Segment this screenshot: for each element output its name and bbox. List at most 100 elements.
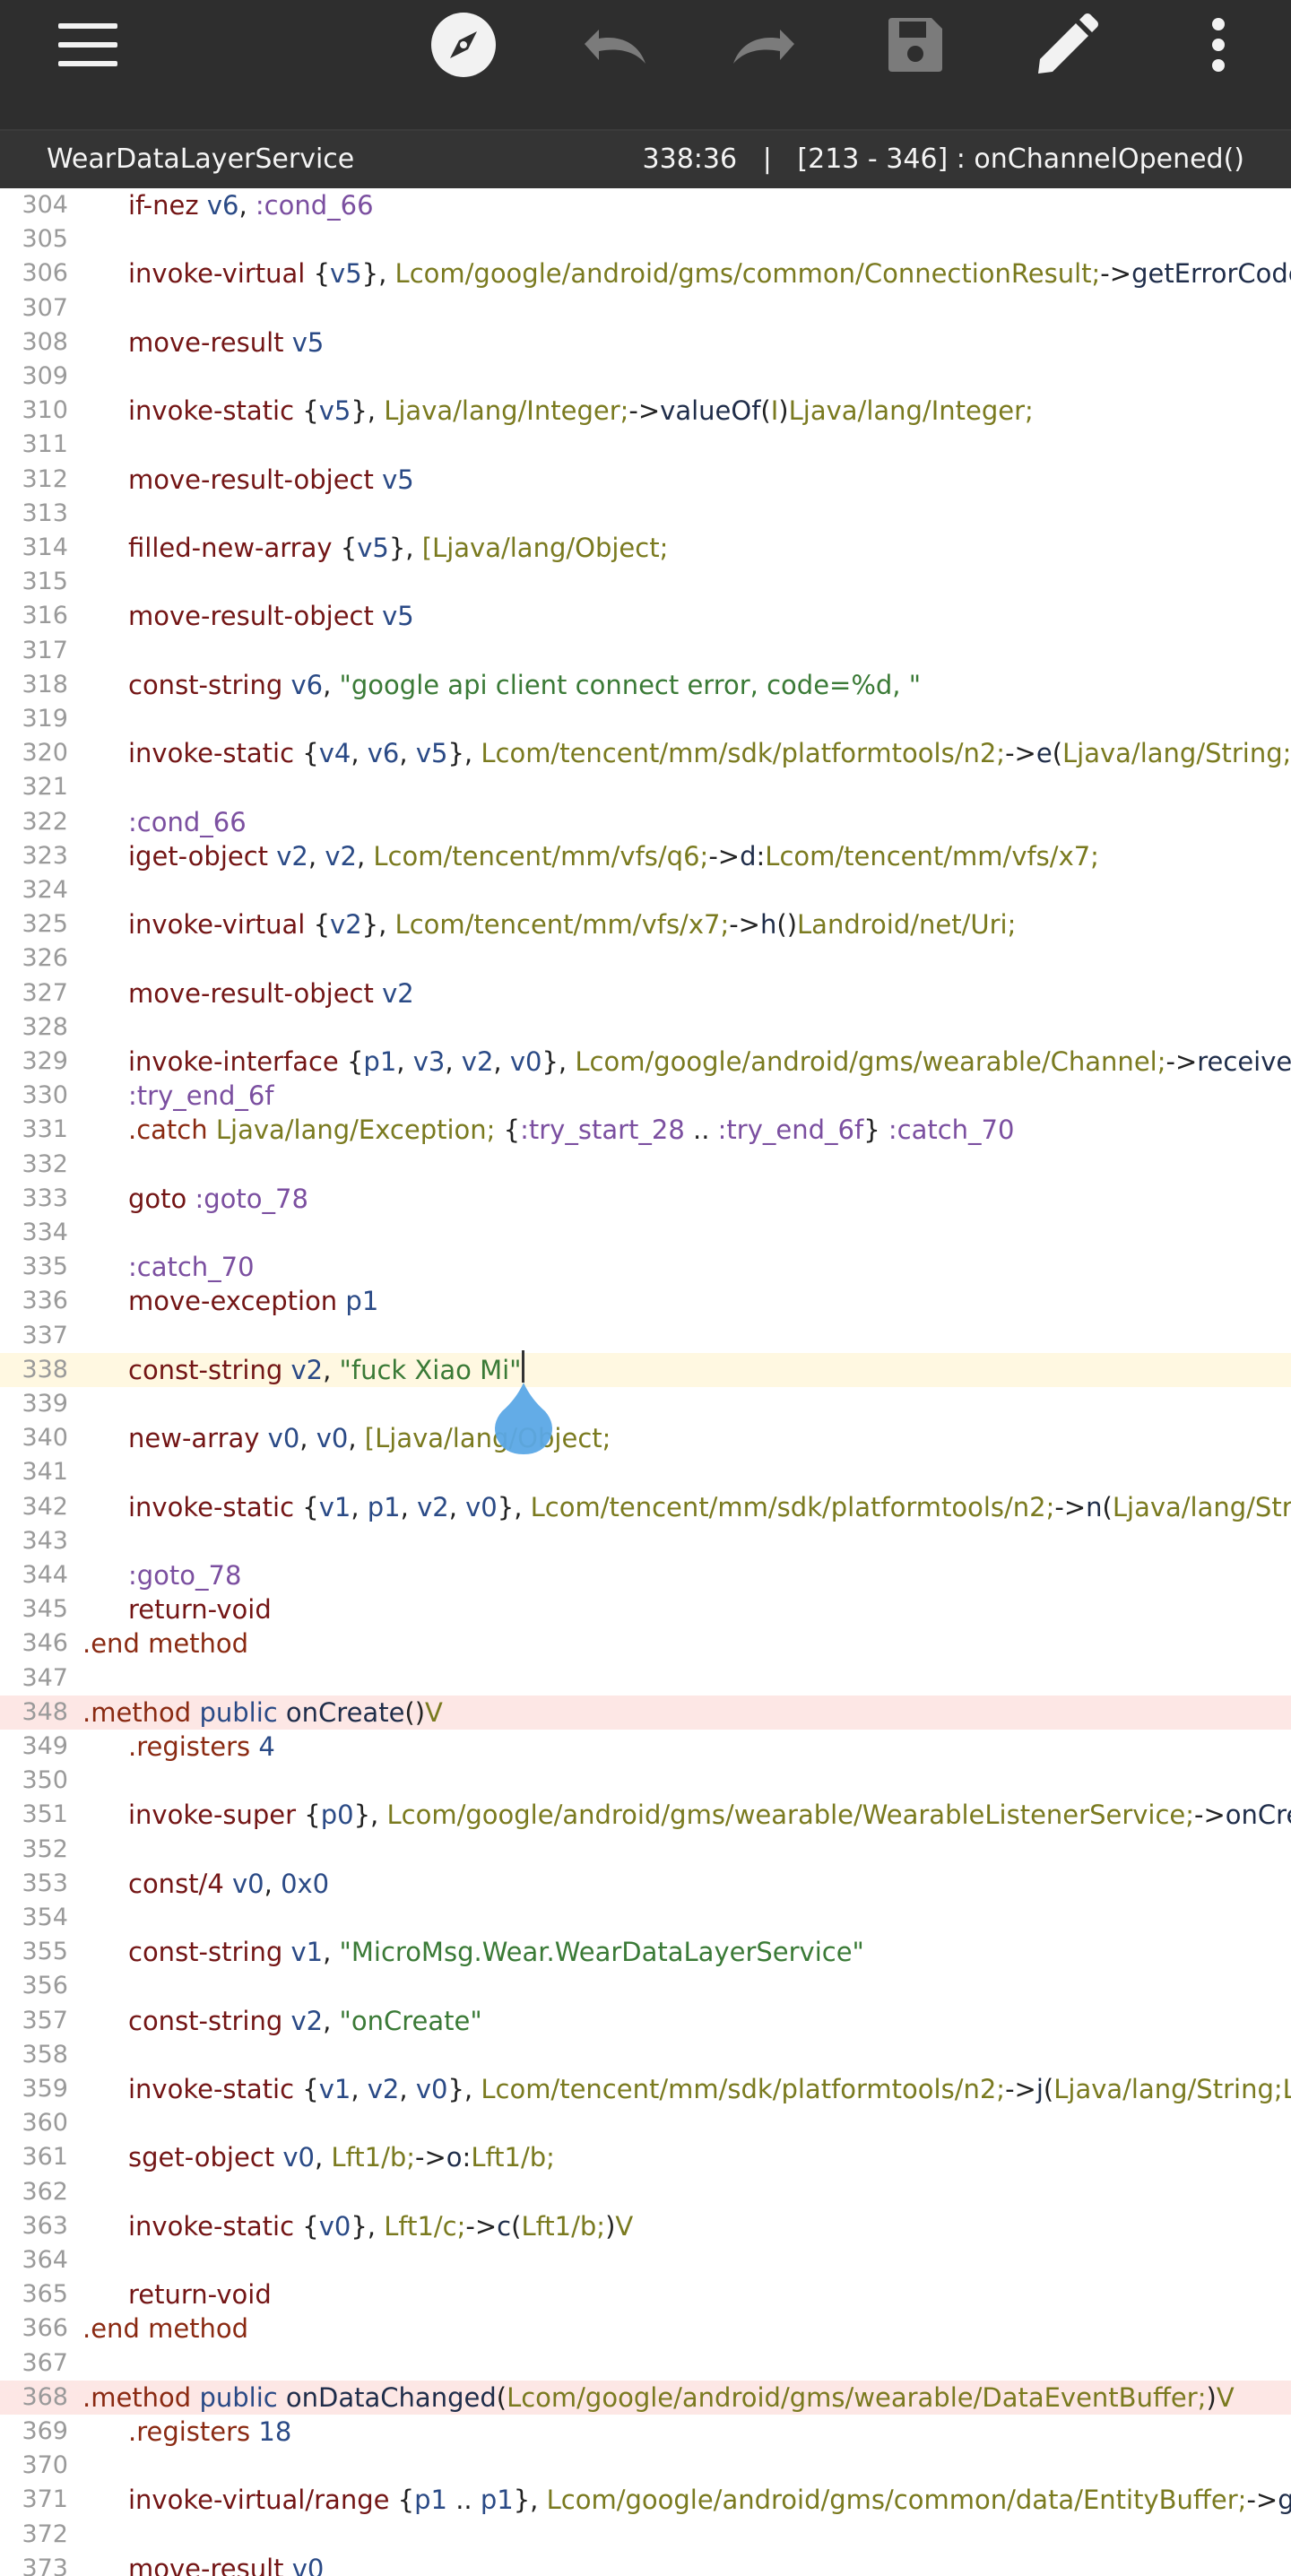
code-line[interactable]: 369 .registers 18	[0, 2415, 1291, 2449]
code-line[interactable]: 308 move-result v5	[0, 325, 1291, 360]
code-text[interactable]: const-string v6, "google api client conn…	[128, 668, 921, 702]
code-line[interactable]: 354	[0, 1901, 1291, 1935]
code-line[interactable]: 311	[0, 428, 1291, 462]
code-text[interactable]: invoke-static {v0}, Lft1/c;->c(Lft1/b;)V	[128, 2209, 633, 2243]
code-line[interactable]: 336 move-exception p1	[0, 1284, 1291, 1318]
method-range[interactable]: [213 - 346] : onChannelOpened()	[797, 143, 1244, 175]
code-line[interactable]: 334	[0, 1216, 1291, 1250]
code-line[interactable]: 324	[0, 873, 1291, 907]
code-text[interactable]: invoke-static {v1, p1, v2, v0}, Lcom/ten…	[128, 1490, 1291, 1524]
code-text[interactable]: :goto_78	[128, 1558, 241, 1592]
code-text[interactable]: goto :goto_78	[128, 1182, 308, 1216]
code-line[interactable]: 322:cond_66	[0, 805, 1291, 839]
code-line[interactable]: 341	[0, 1455, 1291, 1489]
code-line[interactable]: 330:try_end_6f	[0, 1079, 1291, 1113]
code-line[interactable]: 343	[0, 1524, 1291, 1558]
code-text[interactable]: sget-object v0, Lft1/b;->o:Lft1/b;	[128, 2140, 555, 2174]
code-line[interactable]: 370	[0, 2449, 1291, 2483]
code-line[interactable]: 315	[0, 565, 1291, 599]
selection-handle[interactable]	[491, 1381, 556, 1456]
code-line[interactable]: 352	[0, 1833, 1291, 1867]
code-text[interactable]: invoke-super {p0}, Lcom/google/android/g…	[128, 1798, 1291, 1832]
code-text[interactable]: invoke-virtual {v5}, Lcom/google/android…	[128, 256, 1291, 291]
code-text[interactable]: .method public onDataChanged(Lcom/google…	[82, 2381, 1235, 2415]
code-line[interactable]: 306 invoke-virtual {v5}, Lcom/google/andr…	[0, 256, 1291, 291]
code-line[interactable]: 310 invoke-static {v5}, Ljava/lang/Intege…	[0, 394, 1291, 428]
code-line[interactable]: 363 invoke-static {v0}, Lft1/c;->c(Lft1/b…	[0, 2209, 1291, 2243]
code-text[interactable]: .registers 18	[128, 2415, 291, 2449]
code-line[interactable]: 344:goto_78	[0, 1558, 1291, 1592]
code-text[interactable]: return-void	[128, 1592, 272, 1626]
code-line[interactable]: 313	[0, 497, 1291, 531]
code-text[interactable]: :try_end_6f	[128, 1079, 274, 1113]
code-text[interactable]: move-result v0	[128, 2552, 324, 2576]
code-text[interactable]: move-exception p1	[128, 1284, 378, 1318]
code-line[interactable]: 323 iget-object v2, v2, Lcom/tencent/mm/v…	[0, 839, 1291, 873]
file-name[interactable]: WearDataLayerService	[47, 131, 354, 188]
code-line[interactable]: 321	[0, 770, 1291, 804]
code-text[interactable]: const/4 v0, 0x0	[128, 1867, 329, 1901]
code-text[interactable]: .registers 4	[128, 1730, 275, 1764]
code-line[interactable]: 319	[0, 702, 1291, 736]
code-line[interactable]: 304 if-nez v6, :cond_66	[0, 188, 1291, 222]
code-line[interactable]: 333 goto :goto_78	[0, 1182, 1291, 1216]
code-text[interactable]: .end method	[82, 1626, 248, 1661]
code-text[interactable]: .end method	[82, 2311, 248, 2346]
undo-icon[interactable]	[574, 4, 654, 85]
code-text[interactable]: :cond_66	[128, 805, 247, 839]
code-line[interactable]: 368 .method public onDataChanged(Lcom/goo…	[0, 2380, 1291, 2415]
code-text[interactable]: const-string v2, "onCreate"	[128, 2004, 482, 2038]
code-line[interactable]: 332	[0, 1148, 1291, 1182]
code-line[interactable]: 360	[0, 2106, 1291, 2140]
code-line[interactable]: 331 .catch Ljava/lang/Exception; {:try_st…	[0, 1113, 1291, 1147]
code-line[interactable]: 356	[0, 1969, 1291, 2003]
code-text[interactable]: move-result-object v5	[128, 599, 414, 633]
code-text[interactable]: invoke-interface {p1, v3, v2, v0}, Lcom/…	[128, 1045, 1291, 1079]
code-line[interactable]: 325 invoke-virtual {v2}, Lcom/tencent/mm/…	[0, 907, 1291, 941]
code-line[interactable]: 351 invoke-super {p0}, Lcom/google/androi…	[0, 1798, 1291, 1832]
code-line[interactable]: 338 const-string v2, "fuck Xiao Mi"	[0, 1352, 1291, 1387]
code-text[interactable]: invoke-static {v5}, Ljava/lang/Integer;-…	[128, 394, 1034, 428]
code-text[interactable]: move-result v5	[128, 325, 324, 360]
code-line[interactable]: 355 const-string v1, "MicroMsg.Wear.WearD…	[0, 1935, 1291, 1969]
code-line[interactable]: 328	[0, 1010, 1291, 1045]
code-text[interactable]: const-string v1, "MicroMsg.Wear.WearData…	[128, 1935, 864, 1969]
code-line[interactable]: 318 const-string v6, "google api client c…	[0, 668, 1291, 702]
compass-icon[interactable]	[423, 4, 504, 85]
code-text[interactable]: iget-object v2, v2, Lcom/tencent/mm/vfs/…	[128, 839, 1099, 873]
code-text[interactable]: :catch_70	[128, 1250, 255, 1284]
code-line[interactable]: 365 return-void	[0, 2277, 1291, 2311]
code-line[interactable]: 342 invoke-static {v1, p1, v2, v0}, Lcom/…	[0, 1490, 1291, 1524]
code-text[interactable]: .method public onCreate()V	[82, 1696, 443, 1730]
code-line[interactable]: 347	[0, 1661, 1291, 1696]
code-text[interactable]: if-nez v6, :cond_66	[128, 188, 374, 222]
code-text[interactable]: invoke-virtual/range {p1 .. p1}, Lcom/go…	[128, 2483, 1291, 2517]
code-editor[interactable]: 304 if-nez v6, :cond_66 305 306 invoke-virtu…	[0, 188, 1291, 2576]
code-line[interactable]: 362	[0, 2175, 1291, 2209]
code-line[interactable]: 353 const/4 v0, 0x0	[0, 1867, 1291, 1901]
code-line[interactable]: 372	[0, 2518, 1291, 2552]
code-line[interactable]: 317	[0, 634, 1291, 668]
code-line[interactable]: 348 .method public onCreate()V	[0, 1695, 1291, 1730]
code-line[interactable]: 307	[0, 291, 1291, 325]
code-line[interactable]: 329 invoke-interface {p1, v3, v2, v0}, Lc…	[0, 1045, 1291, 1079]
code-text[interactable]: move-result-object v5	[128, 463, 414, 497]
code-line[interactable]: 373 move-result v0	[0, 2552, 1291, 2576]
menu-icon[interactable]	[48, 4, 128, 85]
code-line[interactable]: 358	[0, 2038, 1291, 2072]
code-line[interactable]: 316 move-result-object v5	[0, 599, 1291, 633]
code-line[interactable]: 339	[0, 1387, 1291, 1421]
code-line[interactable]: 340 new-array v0, v0, [Ljava/lang/Object;	[0, 1421, 1291, 1455]
code-line[interactable]: 349 .registers 4	[0, 1730, 1291, 1764]
save-icon[interactable]	[875, 4, 956, 85]
code-text[interactable]: invoke-static {v4, v6, v5}, Lcom/tencent…	[128, 736, 1291, 770]
code-line[interactable]: 309	[0, 360, 1291, 394]
code-line[interactable]: 357 const-string v2, "onCreate"	[0, 2004, 1291, 2038]
code-line[interactable]: 337	[0, 1319, 1291, 1353]
code-line[interactable]: 335:catch_70	[0, 1250, 1291, 1284]
code-line[interactable]: 345 return-void	[0, 1592, 1291, 1626]
code-text[interactable]: .catch Ljava/lang/Exception; {:try_start…	[128, 1113, 1014, 1147]
code-text[interactable]: const-string v2, "fuck Xiao Mi"	[128, 1353, 522, 1387]
code-line[interactable]: 364	[0, 2243, 1291, 2277]
code-line[interactable]: 350	[0, 1764, 1291, 1798]
